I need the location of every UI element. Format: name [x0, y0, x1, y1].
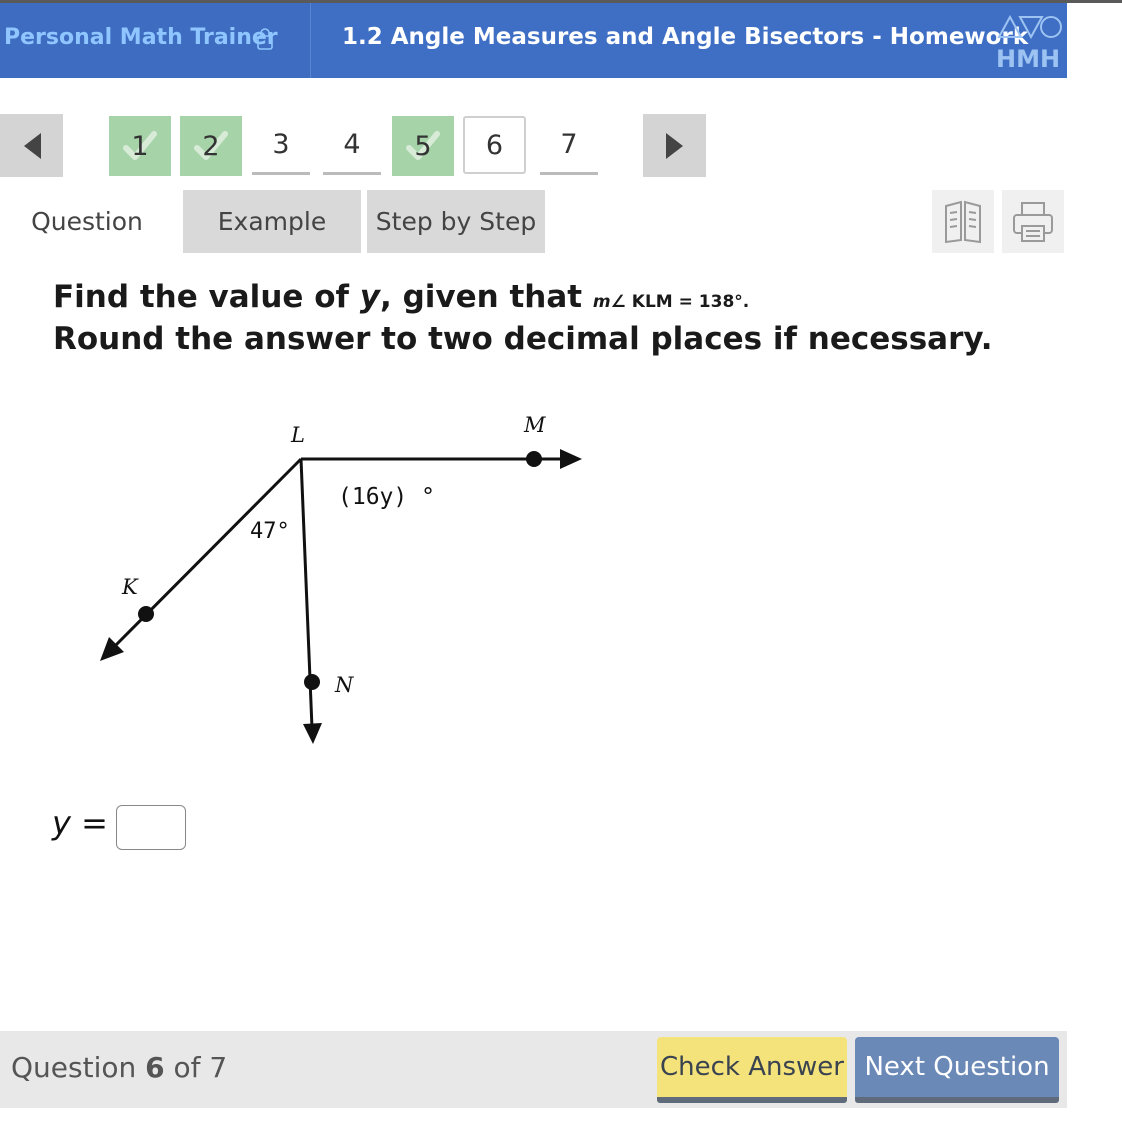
answer-variable: y — [52, 804, 71, 842]
question-text-line2: Round the answer to two decimal places i… — [53, 321, 993, 357]
next-question-button[interactable]: Next Question — [855, 1037, 1059, 1103]
answer-equals: = — [70, 804, 108, 842]
question-nav-6[interactable]: 6 — [463, 116, 526, 174]
question-mid: , given that — [380, 279, 593, 315]
question-nav-4[interactable]: 4 — [323, 116, 381, 175]
triangle-right-icon — [665, 132, 683, 159]
question-nav-label: 4 — [343, 128, 361, 160]
question-nav-1[interactable]: 1 — [109, 116, 171, 176]
question-prefix: Find the value of — [53, 279, 360, 315]
angle-label-47: 47° — [250, 519, 290, 544]
question-nav-label: 2 — [202, 130, 220, 162]
question-text-line1: Find the value of y, given that m∠ KLM =… — [53, 279, 749, 315]
point-m — [526, 451, 542, 467]
label-m: M — [523, 413, 546, 437]
question-nav-7[interactable]: 7 — [540, 116, 598, 175]
printer-icon — [1013, 201, 1053, 242]
header-bar: Personal Math Trainer 1.2 Angle Measures… — [0, 3, 1067, 78]
print-button[interactable] — [1002, 190, 1064, 253]
ray-lk — [108, 457, 303, 653]
triangle-left-icon — [23, 132, 41, 159]
question-nav-label: 6 — [485, 129, 504, 161]
total-questions: of 7 — [173, 1051, 228, 1084]
question-word: Question — [11, 1051, 137, 1084]
point-k — [138, 606, 154, 622]
label-n: N — [334, 673, 354, 697]
next-question-arrow[interactable] — [643, 114, 706, 177]
given-angle: ∠ KLM = 138°. — [610, 292, 750, 312]
app-title[interactable]: Personal Math Trainer — [4, 25, 278, 50]
ebook-button[interactable] — [932, 190, 994, 253]
tab-question[interactable]: Question — [14, 190, 160, 253]
external-link-icon[interactable] — [256, 27, 276, 51]
question-nav-5[interactable]: 5 — [392, 116, 454, 176]
angle-diagram: L M K N (16y) ° 47° — [100, 413, 582, 744]
answer-label: y = — [52, 804, 108, 842]
check-answer-button[interactable]: Check Answer — [657, 1037, 847, 1103]
label-l: L — [290, 423, 305, 447]
question-counter: Question 6 of 7 — [11, 1051, 227, 1084]
previous-question-button[interactable] — [0, 114, 63, 177]
given-condition: m∠ KLM = 138°. — [593, 292, 749, 312]
question-variable: y — [359, 279, 380, 315]
hmh-logo: HMH — [996, 11, 1066, 73]
question-nav-3[interactable]: 3 — [252, 116, 310, 175]
app-title-area[interactable]: Personal Math Trainer — [0, 3, 311, 78]
book-icon — [945, 200, 981, 243]
given-m: m — [592, 292, 611, 312]
lesson-title: 1.2 Angle Measures and Angle Bisectors -… — [342, 24, 1029, 50]
footer-bar: Question 6 of 7 Check Answer Next Questi… — [0, 1031, 1067, 1108]
answer-input[interactable] — [116, 805, 186, 850]
logo-text: HMH — [996, 45, 1061, 73]
tab-example[interactable]: Example — [183, 190, 361, 253]
tab-step-by-step[interactable]: Step by Step — [367, 190, 545, 253]
current-question-number: 6 — [145, 1051, 165, 1084]
label-k: K — [121, 575, 139, 599]
arrowhead-n — [303, 723, 322, 744]
logo-shapes-icon — [997, 14, 1062, 40]
question-nav-label: 1 — [131, 130, 149, 162]
question-nav-label: 3 — [272, 128, 290, 160]
angle-label-16y: (16y) ° — [338, 484, 435, 510]
arrowhead-m — [560, 449, 582, 469]
question-nav-2[interactable]: 2 — [180, 116, 242, 176]
question-nav-label: 7 — [560, 128, 578, 160]
point-n — [304, 674, 320, 690]
question-nav-label: 5 — [414, 130, 432, 162]
